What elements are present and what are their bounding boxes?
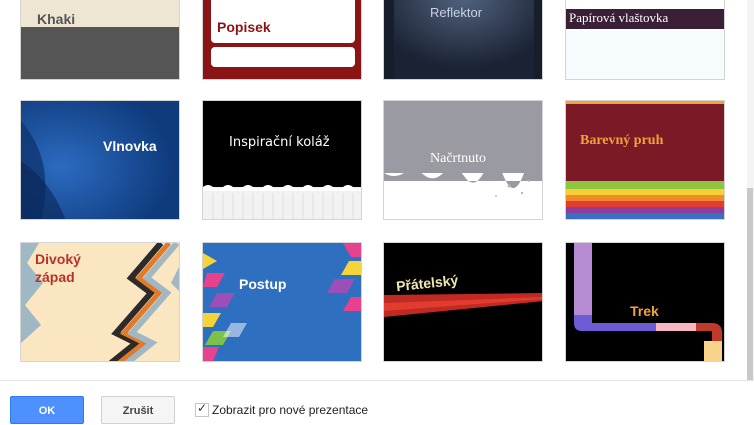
theme-tile-vlnovka[interactable]: Vlnovka <box>20 100 180 220</box>
theme-label-divoky-line1: Divoký <box>35 251 81 267</box>
show-for-new-presentations-label[interactable]: Zobrazit pro nové prezentace <box>212 402 368 418</box>
theme-tile-reflektor[interactable]: Reflektor <box>383 0 543 80</box>
theme-tile-vlastovka[interactable]: Papírová vlaštovka <box>565 0 725 80</box>
theme-label-kolaz: Inspirační koláž <box>229 135 330 150</box>
theme-label-divoky-line2: západ <box>35 269 75 285</box>
vlnovka-thumbnail <box>21 101 179 219</box>
popisek-thumbnail <box>211 0 355 67</box>
theme-label-khaki: Khaki <box>37 11 76 27</box>
theme-tile-pratelsky[interactable]: Přátelský <box>383 242 543 362</box>
theme-tile-nacrtnuto[interactable]: Načrtnuto <box>383 100 543 220</box>
theme-tile-barevny-pruh[interactable]: Barevný pruh <box>565 100 725 220</box>
theme-tile-kolaz[interactable]: Inspirační koláž <box>202 100 362 220</box>
postup-thumbnail <box>203 243 361 361</box>
theme-label-barevny-pruh: Barevný pruh <box>580 133 664 148</box>
kolaz-thumbnail <box>203 185 361 219</box>
checkmark-icon: ✓ <box>197 401 208 415</box>
theme-label-reflektor: Reflektor <box>430 5 483 20</box>
theme-label-trek: Trek <box>630 303 659 319</box>
theme-label-vlnovka: Vlnovka <box>103 138 157 154</box>
show-for-new-presentations-checkbox[interactable]: ✓ <box>195 401 209 417</box>
theme-tile-divoky-zapad[interactable]: Divoký západ <box>20 242 180 362</box>
gallery-scrollbar[interactable] <box>747 0 754 380</box>
gallery-scroll-thumb[interactable] <box>747 188 753 380</box>
theme-tile-trek[interactable]: Trek <box>565 242 725 362</box>
theme-label-vlastovka: Papírová vlaštovka <box>569 10 669 25</box>
barevny-pruh-thumbnail <box>566 101 724 219</box>
theme-label-popisek: Popisek <box>217 19 271 35</box>
theme-tile-popisek[interactable]: Popisek <box>202 0 362 80</box>
theme-label-nacrtnuto: Načrtnuto <box>430 151 486 166</box>
theme-label-postup: Postup <box>239 276 287 292</box>
theme-tile-postup[interactable]: Postup <box>202 242 362 362</box>
theme-gallery: Khaki Popisek Reflektor Papírová vlaštov… <box>0 0 754 380</box>
theme-tile-khaki[interactable]: Khaki <box>20 0 180 80</box>
pratelsky-thumbnail <box>384 293 542 317</box>
